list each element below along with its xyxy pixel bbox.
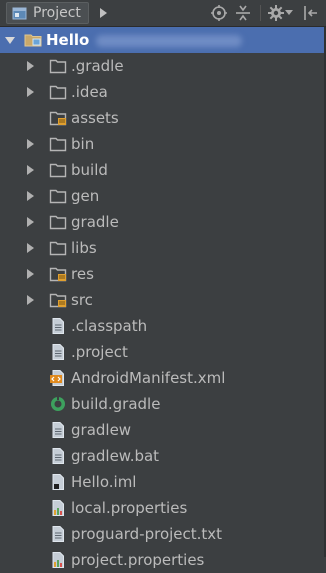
tree-item-label: Hello.iml <box>71 473 137 491</box>
tree-item-label: gradlew <box>71 421 132 439</box>
resource-folder-icon <box>49 267 67 282</box>
redacted-path <box>96 35 242 47</box>
tree-item-label: assets <box>71 109 119 127</box>
collapsed-arrow-icon[interactable] <box>24 190 36 202</box>
tree-item[interactable]: build <box>0 157 326 183</box>
tree-item[interactable]: project.properties <box>0 547 326 573</box>
expanded-arrow-icon[interactable] <box>4 34 16 46</box>
folder-icon <box>49 85 67 100</box>
tree-item-label: src <box>71 291 93 309</box>
tree-item[interactable]: res <box>0 261 326 287</box>
tree-item-label: project.properties <box>71 551 205 569</box>
tree-item[interactable]: assets <box>0 105 326 131</box>
folder-icon <box>49 59 67 74</box>
tree-item-label: .classpath <box>71 317 148 335</box>
tree-item-label: gradlew.bat <box>71 447 160 465</box>
tree-root-label: Hello <box>46 31 90 49</box>
collapsed-arrow-icon[interactable] <box>24 86 36 98</box>
tree-item[interactable]: Hello.iml <box>0 469 326 495</box>
folder-icon <box>49 215 67 230</box>
text-file-icon <box>52 344 64 360</box>
collapsed-arrow-icon[interactable] <box>24 60 36 72</box>
tree-item-label: gradle <box>71 213 119 231</box>
resource-folder-icon <box>49 293 67 308</box>
project-view-label: Project <box>33 5 81 21</box>
folder-icon <box>49 189 67 204</box>
tree-item[interactable]: gradlew <box>0 417 326 443</box>
collapsed-arrow-icon[interactable] <box>24 164 36 176</box>
folder-icon <box>49 137 67 152</box>
collapsed-arrow-icon[interactable] <box>24 242 36 254</box>
tree-item[interactable]: AndroidManifest.xml <box>0 365 326 391</box>
text-file-icon <box>52 318 64 334</box>
tree-item[interactable]: gradle <box>0 209 326 235</box>
tree-item-label: gen <box>71 187 100 205</box>
project-view-selector[interactable]: Project <box>6 2 89 24</box>
tree-item-label: build.gradle <box>71 395 161 413</box>
tree-item-label: build <box>71 161 108 179</box>
resource-folder-icon <box>49 111 67 126</box>
properties-file-icon <box>52 500 64 516</box>
tree-item-label: AndroidManifest.xml <box>71 369 226 387</box>
collapsed-arrow-icon[interactable] <box>24 138 36 150</box>
tree-item-label: libs <box>71 239 97 257</box>
tree-item-label: .idea <box>71 83 108 101</box>
text-file-icon <box>52 448 64 464</box>
tree-item[interactable]: proguard-project.txt <box>0 521 326 547</box>
tree-item[interactable]: .gradle <box>0 53 326 79</box>
collapse-all-icon[interactable] <box>234 4 252 22</box>
dropdown-arrow-icon[interactable] <box>97 6 109 20</box>
folder-icon <box>49 163 67 178</box>
gear-icon[interactable] <box>267 4 285 22</box>
tree-root-hello[interactable]: Hello <box>0 27 326 53</box>
collapsed-arrow-icon[interactable] <box>24 268 36 280</box>
tree-item-label: local.properties <box>71 499 188 517</box>
tree-item[interactable]: libs <box>0 235 326 261</box>
tree-item[interactable]: build.gradle <box>0 391 326 417</box>
tree-item[interactable]: .project <box>0 339 326 365</box>
project-view-icon <box>12 7 27 19</box>
tree-item[interactable]: gen <box>0 183 326 209</box>
tree-item[interactable]: local.properties <box>0 495 326 521</box>
text-file-icon <box>52 422 64 438</box>
scroll-from-source-icon[interactable] <box>210 4 228 22</box>
tree-item-label: .gradle <box>71 57 124 75</box>
properties-file-icon <box>52 552 64 568</box>
tree-item[interactable]: gradlew.bat <box>0 443 326 469</box>
folder-icon <box>49 241 67 256</box>
tree-item-label: proguard-project.txt <box>71 525 223 543</box>
text-file-icon <box>52 526 64 542</box>
xml-file-icon <box>50 370 64 386</box>
tree-item-label: .project <box>71 343 128 361</box>
gradle-file-icon <box>51 397 65 411</box>
collapsed-arrow-icon[interactable] <box>24 294 36 306</box>
tree-item[interactable]: bin <box>0 131 326 157</box>
iml-file-icon <box>52 474 64 490</box>
tree-item[interactable]: .idea <box>0 79 326 105</box>
project-toolbar: Project <box>0 0 326 27</box>
collapsed-arrow-icon[interactable] <box>24 216 36 228</box>
tree-item-label: res <box>71 265 94 283</box>
module-folder-icon <box>24 34 42 47</box>
tree-item[interactable]: src <box>0 287 326 313</box>
gear-dropdown-icon[interactable] <box>285 10 293 16</box>
tree-item-label: bin <box>71 135 95 153</box>
hide-panel-icon[interactable] <box>302 4 320 22</box>
tree-item[interactable]: .classpath <box>0 313 326 339</box>
